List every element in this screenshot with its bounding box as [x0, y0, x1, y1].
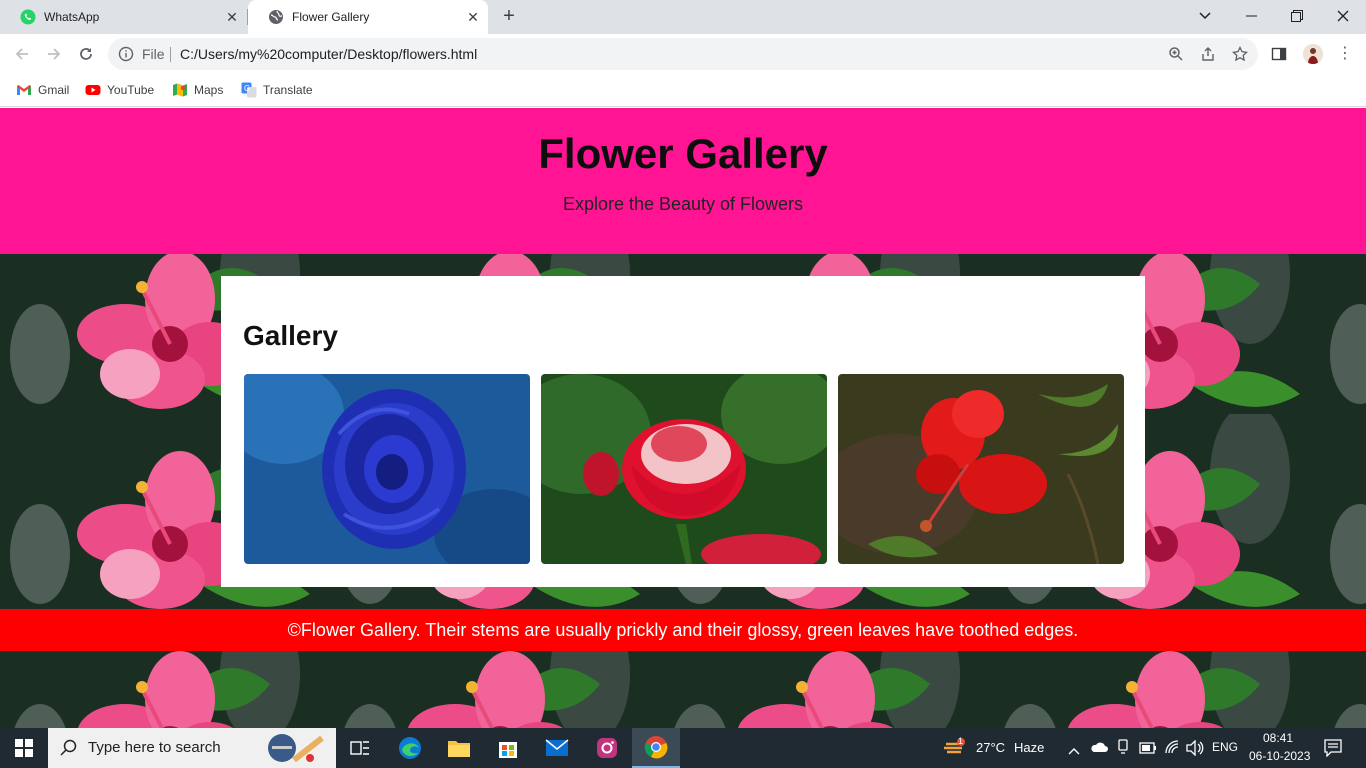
profile-avatar[interactable] — [1303, 44, 1323, 64]
page-viewport: Flower Gallery Explore the Beauty of Flo… — [0, 108, 1366, 728]
gmail-icon — [16, 82, 32, 98]
back-button[interactable] — [10, 42, 34, 66]
photo-red-white-rose[interactable] — [541, 374, 827, 564]
close-window-button[interactable] — [1320, 0, 1366, 32]
bookmark-translate[interactable]: G Translate — [241, 82, 313, 98]
weather-condition[interactable]: Haze — [1014, 740, 1044, 755]
share-icon[interactable] — [1200, 46, 1216, 62]
bookmark-star-icon[interactable] — [1231, 45, 1249, 62]
bookmark-maps[interactable]: Maps — [172, 82, 223, 98]
tab-strip: WhatsApp ✕ Flower Gallery ✕ + — [0, 0, 1366, 34]
start-button[interactable] — [0, 728, 48, 768]
site-header: Flower Gallery Explore the Beauty of Flo… — [0, 108, 1366, 254]
clock-time[interactable]: 08:41 — [1263, 731, 1293, 745]
search-placeholder: Type here to search — [88, 739, 221, 756]
bookmark-label: Gmail — [38, 83, 70, 97]
bookmark-gmail[interactable]: Gmail — [16, 82, 69, 98]
zoom-icon[interactable] — [1168, 46, 1184, 62]
taskbar-search-box[interactable]: Type here to search — [48, 728, 336, 768]
mail-icon[interactable] — [533, 728, 581, 768]
volume-icon[interactable] — [1186, 739, 1204, 761]
menu-kebab-icon[interactable]: ⋮ — [1337, 44, 1353, 64]
language-indicator[interactable]: ENG — [1212, 740, 1238, 754]
tab-flower-gallery[interactable]: Flower Gallery ✕ — [248, 0, 488, 34]
wifi-icon[interactable] — [1164, 739, 1180, 760]
gallery-section: Gallery — [221, 276, 1145, 587]
globe-icon — [268, 9, 284, 25]
tab-whatsapp[interactable]: WhatsApp ✕ — [0, 0, 247, 34]
file-explorer-icon[interactable] — [435, 728, 483, 768]
weather-temp[interactable]: 27°C — [976, 740, 1005, 755]
whatsapp-icon — [20, 9, 36, 25]
notifications-icon[interactable] — [1324, 739, 1342, 762]
minimize-button[interactable] — [1228, 0, 1274, 32]
svg-text:G: G — [244, 84, 250, 93]
divider — [170, 47, 171, 62]
translate-icon: G — [241, 82, 257, 98]
site-footer: ©Flower Gallery. Their stems are usually… — [0, 609, 1366, 651]
tab-search-chevron-icon[interactable] — [1182, 0, 1228, 32]
info-icon[interactable] — [118, 46, 134, 62]
browser-toolbar: File C:/Users/my%20computer/Desktop/flow… — [0, 34, 1366, 74]
battery-icon[interactable] — [1139, 741, 1157, 759]
forward-button[interactable] — [42, 42, 66, 66]
side-panel-icon[interactable] — [1271, 46, 1287, 62]
store-icon[interactable] — [484, 728, 532, 768]
chevron-up-icon[interactable] — [1068, 742, 1080, 760]
bookmark-label: Maps — [194, 83, 224, 97]
address-bar[interactable]: File C:/Users/my%20computer/Desktop/flow… — [108, 38, 1258, 70]
meet-now-icon[interactable] — [1116, 739, 1130, 760]
restore-button[interactable] — [1274, 0, 1320, 32]
bookmark-label: Translate — [263, 83, 313, 97]
task-view-icon[interactable] — [336, 728, 384, 768]
onedrive-cloud-icon[interactable] — [1090, 740, 1108, 758]
bookmark-label: YouTube — [107, 83, 155, 97]
photo-red-hibiscus[interactable] — [838, 374, 1124, 564]
tab-title: Flower Gallery — [292, 10, 370, 24]
edge-icon[interactable] — [386, 728, 434, 768]
close-tab-icon[interactable]: ✕ — [466, 10, 480, 24]
close-tab-icon[interactable]: ✕ — [225, 10, 239, 24]
youtube-icon — [85, 82, 101, 98]
photo-blue-rose[interactable] — [244, 374, 530, 564]
scheme-label: File — [142, 46, 165, 62]
bookmarks-bar: Gmail YouTube Maps G Translate — [0, 74, 1366, 107]
taskbar: Type here to search 1 27°C Haze ENG 08:4… — [0, 728, 1366, 768]
tab-title: WhatsApp — [44, 10, 100, 24]
reload-button[interactable] — [74, 42, 98, 66]
instagram-icon[interactable] — [583, 728, 631, 768]
chrome-icon[interactable] — [632, 728, 680, 768]
clock-date[interactable]: 06-10-2023 — [1249, 749, 1310, 763]
weather-badge: 1 — [958, 736, 964, 746]
bookmark-youtube[interactable]: YouTube — [85, 82, 154, 98]
search-icon — [60, 739, 78, 762]
new-tab-button[interactable]: + — [498, 6, 520, 28]
gallery-heading: Gallery — [243, 320, 338, 351]
site-title: Flower Gallery — [538, 130, 828, 177]
url-text[interactable]: C:/Users/my%20computer/Desktop/flowers.h… — [180, 46, 477, 62]
site-tagline: Explore the Beauty of Flowers — [562, 194, 804, 214]
cricket-doodle-icon[interactable] — [264, 730, 328, 768]
maps-icon — [172, 82, 188, 98]
